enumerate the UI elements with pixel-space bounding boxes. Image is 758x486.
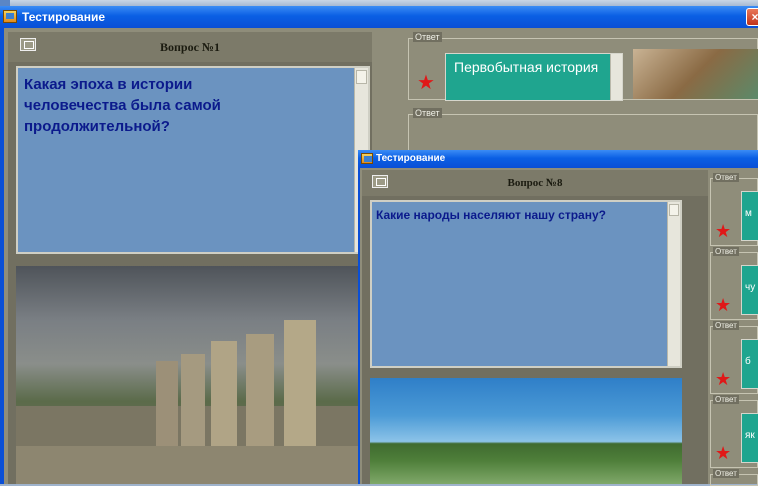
window2-titlebar[interactable]: Тестирование	[358, 150, 758, 168]
answer-scrollbar[interactable]	[610, 54, 622, 100]
app-icon	[361, 153, 373, 164]
answer-text: м	[745, 208, 752, 219]
answer-group-label: Ответ	[713, 469, 739, 478]
question-panel: Вопрос №8 Какие народы населяют нашу стр…	[362, 170, 708, 484]
answer-group-3: Ответ ★ б	[710, 321, 758, 394]
question-text: Какая эпоха в истории человечества была …	[24, 76, 221, 135]
question-text-box: Какие народы населяют нашу страну?	[370, 200, 682, 368]
answer-option-1[interactable]: Первобытная история	[445, 53, 623, 101]
window2-title: Тестирование	[376, 153, 446, 164]
window1-title: Тестирование	[22, 10, 106, 24]
question-header: Вопрос №1	[8, 32, 372, 62]
answer-text: б	[745, 356, 751, 367]
answers-column: Ответ ★ м Ответ ★ чу Ответ ★ б Ответ ★ я…	[710, 172, 758, 486]
question-header: Вопрос №8	[362, 170, 708, 196]
question-text-box: Какая эпоха в истории человечества была …	[16, 66, 370, 254]
answer-group-5: Ответ	[710, 469, 758, 486]
star-icon[interactable]: ★	[715, 221, 731, 241]
question-number: Вопрос №1	[160, 40, 220, 54]
question-image-landscape	[370, 378, 682, 484]
close-button[interactable]: ×	[746, 8, 758, 26]
answer-group-2: Ответ	[408, 108, 758, 154]
testing-window-2: Тестирование Вопрос №8 Какие народы насе…	[358, 150, 758, 486]
answer-option-3[interactable]: б	[741, 339, 758, 389]
answer-group-label: Ответ	[713, 395, 739, 404]
window1-titlebar[interactable]: Тестирование ×	[0, 6, 758, 28]
answer-option-4[interactable]: як	[741, 413, 758, 463]
answer-group-label: Ответ	[713, 247, 739, 256]
answer-group-4: Ответ ★ як	[710, 395, 758, 468]
scroll-thumb[interactable]	[669, 204, 679, 216]
answer-group-label: Ответ	[413, 108, 442, 118]
answer-group-1: Ответ ★ м	[710, 173, 758, 246]
answer-group-1: Ответ ★ Первобытная история	[408, 32, 758, 101]
question-text: Какие народы населяют нашу страну?	[376, 208, 606, 222]
star-icon[interactable]: ★	[715, 443, 731, 463]
answers-area: Ответ ★ Первобытная история Ответ	[408, 30, 758, 154]
answer-text: Первобытная история	[454, 59, 599, 75]
answer-option-2[interactable]: чу	[741, 265, 758, 315]
star-icon[interactable]: ★	[417, 73, 435, 93]
answer-group-label: Ответ	[413, 32, 442, 42]
answer-group-label: Ответ	[713, 173, 739, 182]
answer-text: чу	[745, 282, 756, 293]
scroll-thumb[interactable]	[356, 70, 367, 84]
star-icon[interactable]: ★	[715, 295, 731, 315]
answer-text: як	[745, 430, 755, 441]
question-scrollbar[interactable]	[667, 202, 680, 366]
window2-client: Вопрос №8 Какие народы населяют нашу стр…	[360, 168, 758, 486]
star-icon[interactable]: ★	[715, 369, 731, 389]
answer-group-label: Ответ	[713, 321, 739, 330]
answer-option-1[interactable]: м	[741, 191, 758, 241]
question-image-ruins	[16, 266, 370, 484]
question-number: Вопрос №8	[507, 177, 563, 189]
app-icon	[3, 10, 17, 23]
question-panel: Вопрос №1 Какая эпоха в истории человече…	[8, 32, 372, 484]
answer-group-2: Ответ ★ чу	[710, 247, 758, 320]
answer-image-cave	[633, 49, 758, 99]
